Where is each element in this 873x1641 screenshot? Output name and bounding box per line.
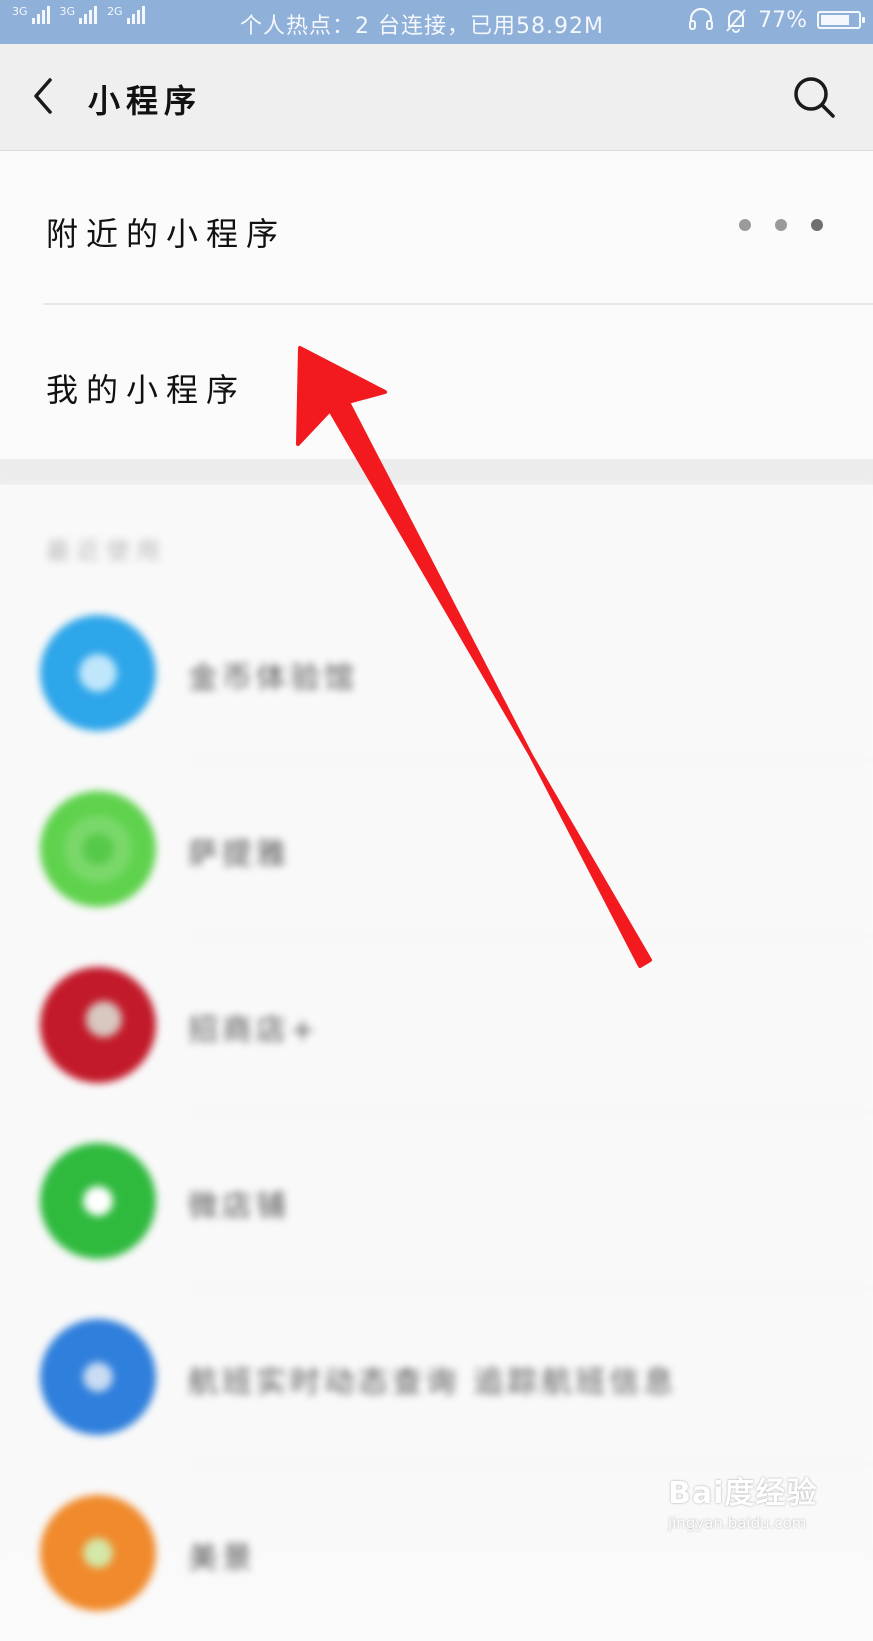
app-avatar	[40, 967, 156, 1083]
nearby-mini-programs-label: 附近的小程序	[46, 215, 287, 253]
watermark-logo-text: Bai度经验	[668, 1476, 818, 1511]
app-name: 微店铺	[188, 1189, 290, 1224]
signal-indicators: 3G 3G 2G	[12, 6, 145, 24]
section-separator	[0, 459, 873, 485]
app-name: 航班实时动态查询 追踪航班信息	[188, 1365, 678, 1400]
chevron-left-icon[interactable]	[28, 74, 58, 118]
recent-section: 最近使用 金币体验馆 萨提雅 招商店+ 微店铺 航班实时动态查询 追踪航班信息 …	[0, 485, 873, 1611]
watermark-url: jingyan.baidu.com	[668, 1514, 807, 1532]
recent-section-label: 最近使用	[46, 537, 166, 565]
recent-list-item[interactable]: 航班实时动态查询 追踪航班信息	[0, 1289, 873, 1465]
app-header: 小程序	[0, 44, 873, 151]
network-type: 2G	[107, 5, 123, 18]
baidu-jingyan-watermark: Bai度经验 jingyan.baidu.com	[668, 1468, 817, 1532]
bell-muted-icon	[726, 9, 746, 33]
app-avatar	[40, 1495, 156, 1611]
recent-list-item[interactable]: 招商店+	[0, 937, 873, 1113]
signal-icon: 3G	[12, 6, 50, 24]
more-options-icon[interactable]	[739, 219, 823, 231]
battery-fill	[821, 15, 849, 25]
recent-list-item[interactable]: 萨提雅	[0, 761, 873, 937]
network-type: 3G	[12, 5, 28, 18]
app-avatar	[40, 1319, 156, 1435]
app-name: 美景	[188, 1541, 256, 1576]
network-type: 3G	[59, 5, 76, 18]
app-avatar	[40, 1143, 156, 1259]
status-right: 77%	[688, 7, 865, 33]
app-avatar	[40, 791, 156, 907]
status-bar: 3G 3G 2G 个人热点：2 台连接，已用58.92M 77%	[0, 0, 873, 44]
headset-icon	[689, 8, 714, 30]
page-title: 小程序	[88, 82, 203, 120]
signal-icon: 2G	[107, 6, 145, 24]
battery-percent: 77%	[758, 7, 807, 33]
my-mini-programs-label: 我的小程序	[46, 371, 247, 409]
signal-icon: 3G	[60, 6, 98, 24]
app-name: 萨提雅	[188, 837, 290, 872]
my-mini-programs-item[interactable]: 我的小程序	[0, 305, 873, 459]
hotspot-status-text: 个人热点：2 台连接，已用58.92M	[240, 14, 604, 39]
search-icon[interactable]	[791, 74, 837, 120]
app-name: 金币体验馆	[188, 661, 358, 696]
battery-icon	[817, 11, 865, 29]
nearby-mini-programs-item[interactable]: 附近的小程序	[0, 151, 873, 303]
recent-list-item[interactable]: 微店铺	[0, 1113, 873, 1289]
app-name: 招商店+	[188, 1013, 320, 1048]
app-avatar	[40, 615, 156, 731]
recent-list-item[interactable]: 金币体验馆	[0, 585, 873, 761]
